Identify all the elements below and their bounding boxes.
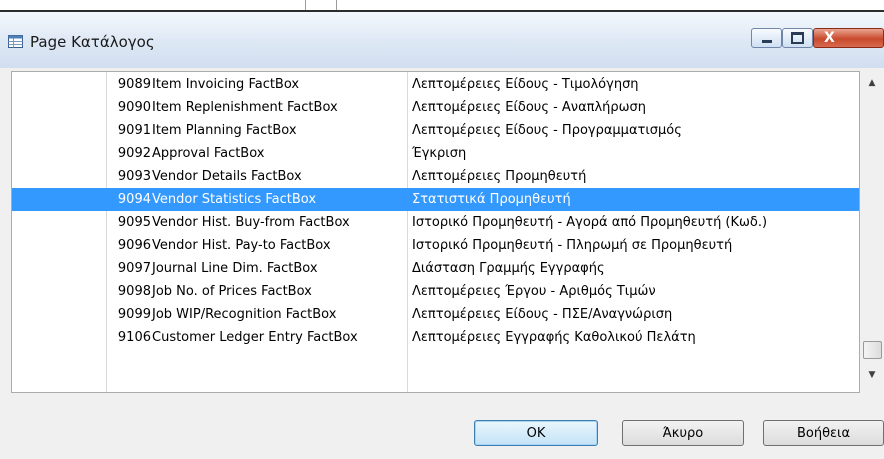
page-id-cell: 9096 — [117, 238, 151, 253]
list-item[interactable]: 9090 Item Replenishment FactBox Λεπτομέρει… — [12, 96, 859, 119]
page-name-cell: Job WIP/Recognition FactBox — [152, 307, 337, 322]
page-caption-cell: Λεπτομέρειες Είδους - Προγραμματισμός — [412, 123, 682, 138]
vertical-scrollbar[interactable]: ▲ ▼ — [861, 71, 884, 393]
page-name-cell: Vendor Hist. Pay-to FactBox — [152, 238, 331, 253]
page-id-cell: 9091 — [117, 123, 151, 138]
page-caption-cell: Λεπτομέρειες Είδους - Αναπλήρωση — [412, 100, 647, 115]
page-caption-cell: Διάσταση Γραμμής Εγγραφής — [412, 261, 605, 276]
page-name-cell: Item Invoicing FactBox — [152, 77, 300, 92]
window-title: Page Κατάλογος — [30, 33, 155, 51]
page-id-cell: 9106 — [117, 330, 151, 345]
list-item[interactable]: 9096 Vendor Hist. Pay-to FactBox Ιστορικό … — [12, 234, 859, 257]
page-name-cell: Customer Ledger Entry FactBox — [152, 330, 358, 345]
list-item[interactable]: 9093 Vendor Details FactBox Λεπτομέρειες Π… — [12, 165, 859, 188]
list-item[interactable]: 9094 Vendor Statistics FactBox Στατιστικά … — [12, 188, 859, 211]
page-id-cell: 9094 — [117, 192, 151, 207]
page-caption-cell: Ιστορικό Προμηθευτή - Αγορά από Προμηθευ… — [412, 215, 768, 230]
page-list[interactable]: 9089 Item Invoicing FactBox Λεπτομέρειες Ε… — [11, 71, 860, 393]
help-button[interactable]: Βοήθεια — [763, 420, 884, 446]
page-id-cell: 9098 — [117, 284, 151, 299]
list-item[interactable]: 9092 Approval FactBox Έγκριση — [12, 142, 859, 165]
maximize-icon — [791, 32, 804, 44]
page-id-cell: 9090 — [117, 100, 151, 115]
page-caption-cell: Λεπτομέρειες Εγγραφής Καθολικού Πελάτη — [412, 330, 696, 345]
page-id-cell: 9097 — [117, 261, 151, 276]
scroll-thumb[interactable] — [863, 341, 882, 359]
page-name-cell: Journal Line Dim. FactBox — [152, 261, 318, 276]
list-item[interactable]: 9095 Vendor Hist. Buy-from FactBox Ιστορικ… — [12, 211, 859, 234]
ok-button[interactable]: OK — [474, 420, 598, 446]
page-caption-cell: Στατιστικά Προμηθευτή — [412, 192, 571, 207]
close-icon: X — [824, 30, 835, 46]
cancel-button[interactable]: Άκυρο — [622, 420, 744, 446]
scroll-down-icon[interactable]: ▼ — [865, 370, 879, 380]
scroll-up-icon[interactable]: ▲ — [865, 78, 879, 88]
maximize-button[interactable] — [782, 28, 813, 48]
page-name-cell: Vendor Statistics FactBox — [152, 192, 317, 207]
minimize-icon — [761, 39, 772, 43]
page-id-cell: 9089 — [117, 77, 151, 92]
list-item[interactable]: 9089 Item Invoicing FactBox Λεπτομέρειες Ε… — [12, 73, 859, 96]
page-name-cell: Item Replenishment FactBox — [152, 100, 338, 115]
page-caption-cell: Λεπτομέρειες Είδους - Τιμολόγηση — [412, 77, 639, 92]
page-name-cell: Vendor Details FactBox — [152, 169, 302, 184]
page-id-cell: 9095 — [117, 215, 151, 230]
page-id-cell: 9099 — [117, 307, 151, 322]
minimize-button[interactable] — [751, 28, 782, 48]
list-item[interactable]: 9099 Job WIP/Recognition FactBox Λεπτομέρε… — [12, 303, 859, 326]
page-name-cell: Vendor Hist. Buy-from FactBox — [152, 215, 350, 230]
page-caption-cell: Λεπτομέρειες Είδους - ΠΣΕ/Αναγνώριση — [412, 307, 673, 322]
page-caption-cell: Έγκριση — [412, 146, 467, 161]
table-icon — [8, 35, 23, 48]
page-name-cell: Item Planning FactBox — [152, 123, 297, 138]
parent-window-edge — [305, 0, 337, 10]
page-name-cell: Approval FactBox — [152, 146, 265, 161]
page-caption-cell: Λεπτομέρειες Προμηθευτή — [412, 169, 587, 184]
list-item[interactable]: 9106 Customer Ledger Entry FactBox Λεπτομέ… — [12, 326, 859, 349]
page-id-cell: 9093 — [117, 169, 151, 184]
page-id-cell: 9092 — [117, 146, 151, 161]
title-bar[interactable]: Page Κατάλογος X — [0, 12, 884, 68]
list-item[interactable]: 9091 Item Planning FactBox Λεπτομέρειες Εί… — [12, 119, 859, 142]
close-button[interactable]: X — [813, 28, 884, 48]
list-item[interactable]: 9098 Job No. of Prices FactBox Λεπτομέρειε… — [12, 280, 859, 303]
page-caption-cell: Λεπτομέρειες Έργου - Αριθμός Τιμών — [412, 284, 656, 299]
page-caption-cell: Ιστορικό Προμηθευτή - Πληρωμή σε Προμηθε… — [412, 238, 733, 253]
list-item[interactable]: 9097 Journal Line Dim. FactBox Διάσταση Γρ… — [12, 257, 859, 280]
page-name-cell: Job No. of Prices FactBox — [152, 284, 312, 299]
